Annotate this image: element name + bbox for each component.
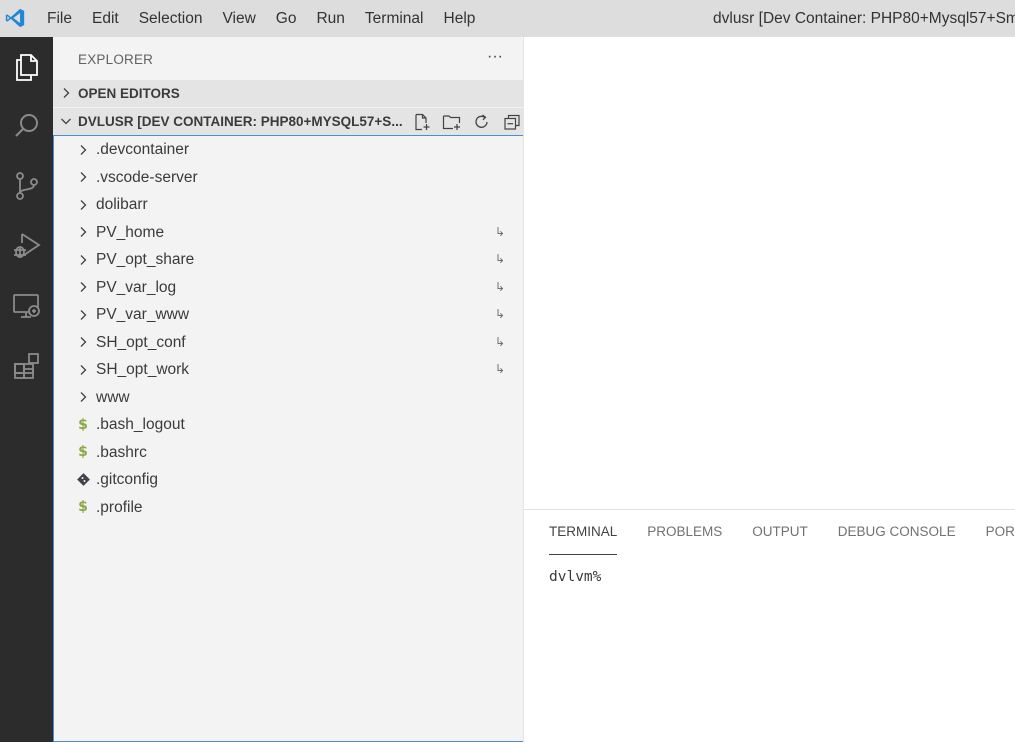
file-tree: .devcontainer.vscode-serverdolibarrPV_ho… (53, 135, 523, 742)
menu-go[interactable]: Go (266, 0, 307, 37)
chevron-right-icon (76, 252, 90, 267)
tree-item[interactable]: .vscode-server (54, 164, 523, 191)
chevron-right-icon (76, 142, 90, 157)
menu-terminal[interactable]: Terminal (355, 0, 434, 37)
editor-area[interactable] (524, 37, 1015, 509)
tree-item[interactable]: PV_var_www ↳ (54, 301, 523, 328)
tree-item[interactable]: dolibarr (54, 191, 523, 218)
menu-bar: FileEditSelectionViewGoRunTerminalHelp (37, 0, 485, 37)
open-editors-label: OPEN EDITORS (78, 80, 180, 107)
workspace-actions (407, 110, 527, 133)
run-debug-icon[interactable] (4, 222, 50, 268)
tree-item[interactable]: PV_home ↳ (54, 219, 523, 246)
symlink-icon: ↳ (495, 246, 505, 273)
shell-file-icon: $ (76, 417, 90, 432)
tree-item-label: .devcontainer (96, 136, 189, 163)
tree-item-label: PV_var_www (96, 301, 189, 328)
chevron-down-icon (60, 115, 72, 127)
tree-item[interactable]: SH_opt_work ↳ (54, 356, 523, 383)
new-file-icon[interactable] (407, 110, 437, 133)
window-title: dvlusr [Dev Container: PHP80+Mysql57+Smt… (713, 0, 1015, 37)
menu-file[interactable]: File (37, 0, 82, 37)
remote-explorer-icon[interactable] (4, 283, 50, 329)
menu-selection[interactable]: Selection (129, 0, 213, 37)
tree-item[interactable]: SH_opt_conf ↳ (54, 329, 523, 356)
files-icon[interactable] (4, 44, 50, 90)
chevron-right-icon (60, 87, 72, 99)
extensions-icon[interactable] (4, 343, 50, 389)
git-file-icon (76, 472, 90, 487)
tree-item[interactable]: $ .bashrc (54, 439, 523, 466)
chevron-right-icon (76, 170, 90, 185)
menu-edit[interactable]: Edit (82, 0, 129, 37)
terminal-output[interactable]: dvlvm% (549, 569, 602, 585)
symlink-icon: ↳ (495, 219, 505, 246)
tree-item-label: PV_var_log (96, 274, 176, 301)
tree-item-label: .vscode-server (96, 164, 198, 191)
chevron-right-icon (76, 197, 90, 212)
tree-item-label: .profile (96, 494, 143, 521)
title-bar: FileEditSelectionViewGoRunTerminalHelp d… (0, 0, 1015, 37)
open-editors-section[interactable]: OPEN EDITORS (53, 80, 523, 107)
chevron-right-icon (76, 225, 90, 240)
menu-help[interactable]: Help (434, 0, 486, 37)
refresh-icon[interactable] (467, 110, 497, 133)
menu-view[interactable]: View (212, 0, 265, 37)
tab-output[interactable]: OUTPUT (752, 510, 808, 550)
tree-item[interactable]: $ .bash_logout (54, 411, 523, 438)
menu-run[interactable]: Run (306, 0, 354, 37)
chevron-right-icon (76, 280, 90, 295)
tree-item-label: PV_opt_share (96, 246, 194, 273)
tree-item-label: dolibarr (96, 191, 148, 218)
chevron-right-icon (76, 335, 90, 350)
tree-item-label: www (96, 384, 130, 411)
tree-item-label: SH_opt_work (96, 356, 189, 383)
tree-item-label: .bashrc (96, 439, 147, 466)
symlink-icon: ↳ (495, 329, 505, 356)
explorer-title: EXPLORER (78, 52, 153, 67)
tree-item[interactable]: .devcontainer (54, 136, 523, 163)
shell-file-icon: $ (76, 445, 90, 460)
tree-item[interactable]: $ .profile (54, 494, 523, 521)
tree-item[interactable]: PV_var_log ↳ (54, 274, 523, 301)
panel-tabs: TERMINAL PROBLEMS OUTPUT DEBUG CONSOLE PORTS (549, 510, 1015, 550)
terminal-prompt: dvlvm% (549, 569, 601, 585)
tab-debug-console[interactable]: DEBUG CONSOLE (838, 510, 956, 550)
tree-item[interactable]: .gitconfig (54, 466, 523, 493)
tab-terminal[interactable]: TERMINAL (549, 510, 617, 550)
tree-item[interactable]: www (54, 384, 523, 411)
source-control-icon[interactable] (4, 163, 50, 209)
vscode-logo-icon (4, 7, 26, 29)
symlink-icon: ↳ (495, 274, 505, 301)
tree-item-label: .gitconfig (96, 466, 158, 493)
new-folder-icon[interactable] (437, 110, 467, 133)
search-icon[interactable] (4, 103, 50, 149)
more-actions-icon[interactable]: ··· (483, 47, 507, 67)
symlink-icon: ↳ (495, 301, 505, 328)
tab-ports[interactable]: PORTS (986, 510, 1015, 550)
chevron-right-icon (76, 362, 90, 377)
tree-item-label: SH_opt_conf (96, 329, 186, 356)
tree-item-label: PV_home (96, 219, 164, 246)
workspace-section[interactable]: DVLUSR [DEV CONTAINER: PHP80+MYSQL57+S..… (53, 108, 523, 135)
collapse-all-icon[interactable] (497, 110, 527, 133)
explorer-sidebar: EXPLORER ··· OPEN EDITORS DVLUSR [DEV CO… (53, 37, 524, 742)
tree-item-label: .bash_logout (96, 411, 185, 438)
tree-item[interactable]: PV_opt_share ↳ (54, 246, 523, 273)
chevron-right-icon (76, 307, 90, 322)
workspace-label: DVLUSR [DEV CONTAINER: PHP80+MYSQL57+S..… (78, 108, 403, 135)
symlink-icon: ↳ (495, 356, 505, 383)
tab-problems[interactable]: PROBLEMS (647, 510, 722, 550)
shell-file-icon: $ (76, 500, 90, 515)
activity-bar (0, 37, 53, 742)
chevron-right-icon (76, 390, 90, 405)
bottom-panel: TERMINAL PROBLEMS OUTPUT DEBUG CONSOLE PORTS… (524, 509, 1015, 743)
